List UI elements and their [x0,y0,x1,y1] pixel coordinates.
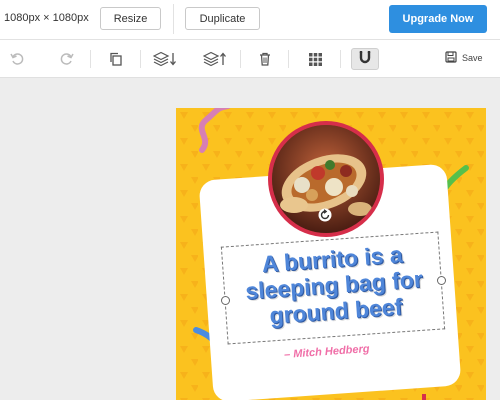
grid-icon[interactable] [306,50,324,68]
divider [340,50,341,68]
resize-button[interactable]: Resize [100,7,161,30]
snap-toggle[interactable] [351,48,379,70]
magnet-icon [358,50,372,69]
divider [240,50,241,68]
save-label: Save [462,53,483,63]
redo-icon[interactable] [58,50,76,68]
save-button[interactable]: Save [445,51,483,65]
layer-up-icon[interactable] [203,50,227,68]
divider [173,4,174,34]
save-icon [445,51,457,65]
upgrade-now-button[interactable]: Upgrade Now [389,5,487,33]
rotate-handle[interactable] [317,208,333,227]
divider [90,50,91,68]
copy-icon[interactable] [107,50,125,68]
design-canvas[interactable]: A burrito is a sleeping bag for ground b… [176,108,486,400]
divider [140,50,141,68]
duplicate-button[interactable]: Duplicate [185,7,260,30]
rotate-icon [318,208,332,227]
editor-toolbar [0,40,500,78]
undo-icon[interactable] [8,50,26,68]
canvas-dimensions: 1080px × 1080px [4,12,89,24]
top-bar: 1080px × 1080px Resize Duplicate Upgrade… [0,0,500,40]
divider [288,50,289,68]
layer-down-icon[interactable] [153,50,177,68]
confetti-piece [422,394,426,400]
quote-text[interactable]: A burrito is a sleeping bag for ground b… [222,238,447,331]
trash-icon[interactable] [256,50,274,68]
